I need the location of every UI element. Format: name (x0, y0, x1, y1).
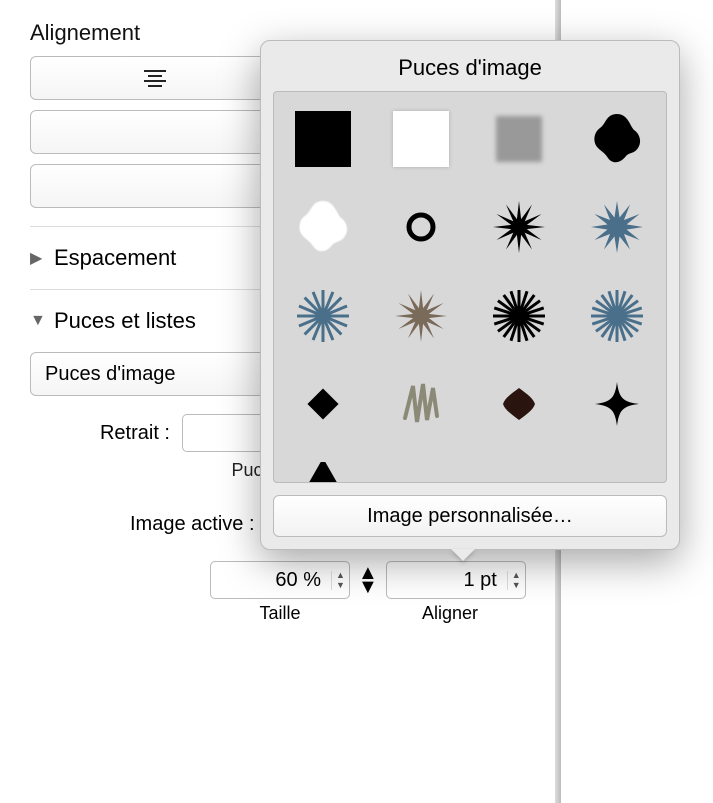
triangle-down-icon: ▼ (30, 312, 44, 330)
bullet-white-quatrefoil[interactable] (292, 196, 354, 258)
retrait-label: Retrait : (30, 422, 170, 445)
bullet-circle-outline[interactable] (390, 196, 452, 258)
bullet-blue-starburst-solid[interactable] (586, 196, 648, 258)
image-active-label: Image active : (130, 513, 255, 536)
stepper-icon[interactable]: ▲▼ (507, 571, 521, 590)
vertical-adjust-icon[interactable]: ▲▼ (358, 566, 378, 594)
bullet-black-sparkle[interactable] (586, 373, 648, 435)
bullet-black-square[interactable] (292, 108, 354, 170)
popup-title: Puces d'image (273, 55, 667, 81)
bullet-blue-starburst-thin[interactable] (292, 285, 354, 347)
puces-label: Puces et listes (54, 308, 196, 334)
aligner-label: Aligner (380, 603, 520, 624)
align-left-button[interactable] (30, 56, 281, 100)
aligner-input[interactable]: 1 pt ▲▼ (386, 561, 526, 599)
popup-pointer-icon (451, 549, 475, 561)
taille-input[interactable]: 60 % ▲▼ (210, 561, 350, 599)
triangle-right-icon: ▶ (30, 248, 44, 268)
image-bullets-popup: Puces d'image Image personnalisée… (260, 40, 680, 550)
bullet-black-sunburst[interactable] (488, 285, 550, 347)
custom-image-button[interactable]: Image personnalisée… (273, 495, 667, 537)
taille-label: Taille (210, 603, 350, 624)
bullet-brown-diamond[interactable] (488, 373, 550, 435)
bullet-black-starburst[interactable] (488, 196, 550, 258)
bullet-gray-square[interactable] (488, 108, 550, 170)
bullet-icon-grid (273, 91, 667, 483)
bullet-type-dropdown[interactable]: Puces d'image (30, 352, 270, 396)
bullet-gray-scribble[interactable] (390, 373, 452, 435)
bullet-blue-sunburst[interactable] (586, 285, 648, 347)
taille-value: 60 % (221, 569, 327, 592)
espacement-label: Espacement (54, 245, 176, 271)
bullet-black-triangle[interactable] (292, 462, 354, 482)
stepper-icon[interactable]: ▲▼ (331, 571, 345, 590)
bullet-brown-starburst[interactable] (390, 285, 452, 347)
aligner-value: 1 pt (397, 569, 503, 592)
bullet-black-diamond[interactable] (292, 373, 354, 435)
bullet-white-square[interactable] (390, 108, 452, 170)
bullet-type-value: Puces d'image (45, 363, 176, 386)
bullet-black-quatrefoil[interactable] (586, 108, 648, 170)
